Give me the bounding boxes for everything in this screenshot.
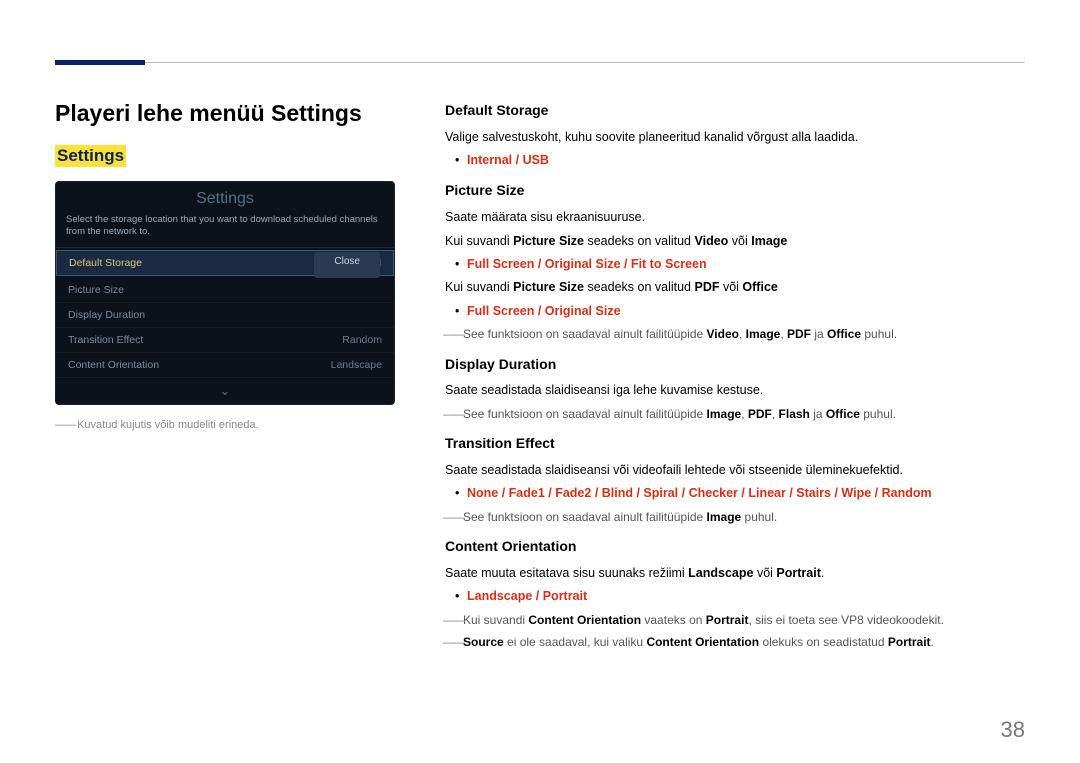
section-heading: Settings	[55, 145, 126, 167]
note: See funktsioon on saadaval ainult failit…	[445, 325, 1025, 344]
option-list: None / Fade1 / Fade2 / Blind / Spiral / …	[467, 486, 932, 500]
note: See funktsioon on saadaval ainult failit…	[445, 508, 1025, 527]
text: Saate seadistada slaidiseansi või videof…	[445, 461, 1025, 480]
text: Saate muuta esitatava sisu suunaks režii…	[445, 564, 1025, 583]
left-column: Playeri lehe menüü Settings Settings Set…	[55, 100, 405, 656]
heading-display-duration: Display Duration	[445, 354, 1025, 376]
heading-content-orientation: Content Orientation	[445, 536, 1025, 558]
option-list: Full Screen / Original Size / Fit to Scr…	[467, 257, 707, 271]
settings-mock-panel: Settings Select the storage location tha…	[55, 181, 395, 405]
option-list: Landscape / Portrait	[467, 589, 587, 603]
page-number: 38	[1001, 717, 1025, 743]
mock-row-label: Default Storage	[69, 257, 142, 269]
heading-default-storage: Default Storage	[445, 100, 1025, 122]
mock-row-label: Display Duration	[68, 309, 145, 321]
mock-row-value: Landscape	[331, 359, 382, 371]
note: See funktsioon on saadaval ainult failit…	[445, 405, 1025, 424]
text: Saate seadistada slaidiseansi iga lehe k…	[445, 381, 1025, 400]
mock-row-label: Transition Effect	[68, 334, 143, 346]
heading-transition-effect: Transition Effect	[445, 433, 1025, 455]
note: Kui suvandi Content Orientation vaateks …	[445, 611, 1025, 630]
option-list: Full Screen / Original Size	[467, 304, 621, 318]
mock-row-transition-effect: Transition Effect Random	[56, 328, 394, 353]
mock-row-label: Picture Size	[68, 284, 124, 296]
mock-title: Settings	[56, 182, 394, 214]
top-accent	[55, 60, 145, 65]
mock-row-picture-size: Picture Size	[56, 278, 394, 303]
text: Valige salvestuskoht, kuhu soovite plane…	[445, 128, 1025, 147]
heading-picture-size: Picture Size	[445, 180, 1025, 202]
note: Source ei ole saadaval, kui valiku Conte…	[445, 633, 1025, 652]
page-heading: Playeri lehe menüü Settings	[55, 100, 405, 127]
text: Saate määrata sisu ekraanisuuruse.	[445, 208, 1025, 227]
text: Kui suvandi Picture Size seadeks on vali…	[445, 232, 1025, 251]
mock-close-button: Close	[314, 252, 380, 278]
text: Kui suvandi Picture Size seadeks on vali…	[445, 278, 1025, 297]
mock-row-content-orientation: Content Orientation Landscape	[56, 353, 394, 378]
top-rule	[55, 62, 1025, 63]
right-column: Default Storage Valige salvestuskoht, ku…	[445, 100, 1025, 656]
option-list: Internal / USB	[467, 153, 549, 167]
chevron-down-icon: ⌄	[56, 378, 394, 404]
mock-row-display-duration: Display Duration	[56, 303, 394, 328]
mock-caption: Kuvatud kujutis võib mudeliti erineda.	[55, 419, 405, 431]
mock-row-value: Random	[342, 334, 382, 346]
mock-row-label: Content Orientation	[68, 359, 159, 371]
mock-description: Select the storage location that you wan…	[56, 214, 394, 248]
